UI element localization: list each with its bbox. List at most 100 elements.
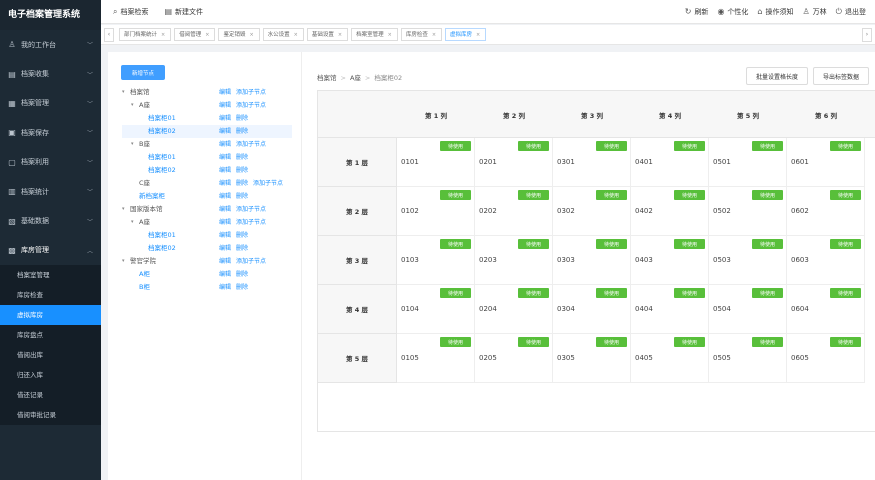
- sidebar-subitem-0[interactable]: 档案室管理: [0, 265, 101, 285]
- tree-node[interactable]: ▾ 国家版本馆 编辑 添加子节点: [122, 203, 292, 216]
- tree-action-link[interactable]: 编辑: [219, 180, 231, 187]
- storage-cell[interactable]: 0102 待使用: [397, 187, 475, 236]
- tree-action-link[interactable]: 添加子节点: [253, 180, 283, 187]
- tree-node-label[interactable]: 档案柜01: [148, 229, 176, 242]
- sidebar-subitem-1[interactable]: 库房检查: [0, 285, 101, 305]
- tree-action-link[interactable]: 编辑: [219, 141, 231, 148]
- breadcrumb-item[interactable]: A座: [350, 74, 361, 82]
- storage-cell[interactable]: 0502 待使用: [709, 187, 787, 236]
- tree-node-label[interactable]: A柜: [139, 268, 150, 281]
- topbar-button-left-1[interactable]: ▤ 新建文件: [164, 7, 203, 17]
- caret-down-icon[interactable]: ▾: [122, 86, 125, 99]
- tree-action-link[interactable]: 删除: [236, 167, 248, 174]
- tree-action-link[interactable]: 添加子节点: [236, 102, 266, 109]
- topbar-button-right-1[interactable]: ◉ 个性化: [717, 7, 748, 17]
- storage-cell[interactable]: 0601 待使用: [787, 138, 865, 187]
- storage-cell[interactable]: 0505 待使用: [709, 334, 787, 383]
- sidebar-item-7[interactable]: ▩ 库房管理 ︿: [0, 236, 101, 265]
- tree-action-link[interactable]: 添加子节点: [236, 206, 266, 213]
- tree-node[interactable]: ▾ B座 编辑 添加子节点: [122, 138, 292, 151]
- tree-action-link[interactable]: 编辑: [219, 128, 231, 135]
- storage-cell[interactable]: 0202 待使用: [475, 187, 553, 236]
- tree-node[interactable]: ▾ A座 编辑 添加子节点: [122, 216, 292, 229]
- topbar-button-right-0[interactable]: ↻ 刷新: [685, 7, 709, 17]
- tree-action-link[interactable]: 编辑: [219, 89, 231, 96]
- sidebar-subitem-2[interactable]: 虚拟库房: [0, 305, 101, 326]
- close-icon[interactable]: ×: [205, 29, 209, 41]
- tree-action-link[interactable]: 编辑: [219, 154, 231, 161]
- sidebar-item-4[interactable]: ▢ 档案利用 ﹀: [0, 148, 101, 177]
- tree-action-link[interactable]: 删除: [236, 232, 248, 239]
- tree-action-link[interactable]: 删除: [236, 180, 248, 187]
- sidebar-item-1[interactable]: ▤ 档案收集 ﹀: [0, 59, 101, 88]
- tab-7[interactable]: 虚拟库房 ×: [445, 28, 487, 41]
- tree-node-label[interactable]: B柜: [139, 281, 150, 294]
- caret-down-icon[interactable]: ▾: [131, 138, 134, 151]
- tree-node-label[interactable]: 档案柜02: [148, 242, 176, 255]
- storage-cell[interactable]: 0205 待使用: [475, 334, 553, 383]
- tree-action-link[interactable]: 编辑: [219, 193, 231, 200]
- close-icon[interactable]: ×: [249, 29, 253, 41]
- storage-cell[interactable]: 0604 待使用: [787, 285, 865, 334]
- tree-node[interactable]: 档案柜01 编辑 删除: [122, 229, 292, 242]
- sidebar-subitem-6[interactable]: 借还记录: [0, 385, 101, 405]
- sidebar-item-0[interactable]: ♙ 我的工作台 ﹀: [0, 30, 101, 59]
- tree-action-link[interactable]: 编辑: [219, 115, 231, 122]
- new-node-button[interactable]: 新增节点: [121, 65, 165, 80]
- storage-cell[interactable]: 0403 待使用: [631, 236, 709, 285]
- tree-node[interactable]: ▾ 警官学院 编辑 添加子节点: [122, 255, 292, 268]
- tree-node[interactable]: C座 编辑 删除 添加子节点: [122, 177, 292, 190]
- storage-cell[interactable]: 0405 待使用: [631, 334, 709, 383]
- tag-scroll-right-icon[interactable]: ›: [862, 27, 872, 42]
- storage-cell[interactable]: 0204 待使用: [475, 285, 553, 334]
- storage-cell[interactable]: 0304 待使用: [553, 285, 631, 334]
- sidebar-item-2[interactable]: ▦ 档案管理 ﹀: [0, 89, 101, 118]
- tab-3[interactable]: 水公设置 ×: [262, 28, 304, 41]
- storage-cell[interactable]: 0201 待使用: [475, 138, 553, 187]
- batch-set-length-button[interactable]: 批量设置格长度: [746, 67, 808, 85]
- storage-cell[interactable]: 0105 待使用: [397, 334, 475, 383]
- sidebar-subitem-3[interactable]: 库房盘点: [0, 325, 101, 345]
- tree-node-label[interactable]: 档案柜01: [148, 112, 176, 125]
- tree-action-link[interactable]: 添加子节点: [236, 219, 266, 226]
- caret-down-icon[interactable]: ▾: [122, 255, 125, 268]
- storage-cell[interactable]: 0301 待使用: [553, 138, 631, 187]
- tab-1[interactable]: 借阅管理 ×: [174, 28, 216, 41]
- tree-node-label[interactable]: B座: [139, 138, 150, 151]
- storage-cell[interactable]: 0303 待使用: [553, 236, 631, 285]
- tree-action-link[interactable]: 编辑: [219, 258, 231, 265]
- tree-node-label[interactable]: 国家版本馆: [130, 203, 163, 216]
- storage-cell[interactable]: 0501 待使用: [709, 138, 787, 187]
- storage-cell[interactable]: 0504 待使用: [709, 285, 787, 334]
- storage-cell[interactable]: 0203 待使用: [475, 236, 553, 285]
- tree-node-label[interactable]: 档案柜02: [148, 164, 176, 177]
- tree-node-label[interactable]: 新档案柜: [139, 190, 165, 203]
- storage-cell[interactable]: 0103 待使用: [397, 236, 475, 285]
- sidebar-item-5[interactable]: ▥ 档案统计 ﹀: [0, 177, 101, 206]
- tab-4[interactable]: 基础设置 ×: [306, 28, 349, 41]
- tree-action-link[interactable]: 删除: [236, 271, 248, 278]
- topbar-button-left-0[interactable]: ⌕ 档案检索: [113, 7, 148, 17]
- sidebar-subitem-4[interactable]: 借阅出库: [0, 345, 101, 365]
- tree-node-label[interactable]: 档案柜01: [148, 151, 176, 164]
- tree-action-link[interactable]: 添加子节点: [236, 141, 266, 148]
- tree-node-label[interactable]: A座: [139, 99, 150, 112]
- tree-node-label[interactable]: A座: [139, 216, 150, 229]
- tree-node[interactable]: B柜 编辑 删除: [122, 281, 292, 294]
- tree-action-link[interactable]: 编辑: [219, 102, 231, 109]
- sidebar-subitem-7[interactable]: 借阅审批记录: [0, 405, 101, 425]
- tree-action-link[interactable]: 删除: [236, 245, 248, 252]
- caret-down-icon[interactable]: ▾: [131, 216, 134, 229]
- tree-node[interactable]: 档案柜02 编辑 删除: [122, 164, 292, 177]
- tree-action-link[interactable]: 删除: [236, 115, 248, 122]
- export-labels-button[interactable]: 导出标签数据: [813, 67, 869, 85]
- tree-node[interactable]: 档案柜02 编辑 删除: [122, 125, 292, 138]
- tree-action-link[interactable]: 编辑: [219, 232, 231, 239]
- tree-action-link[interactable]: 删除: [236, 154, 248, 161]
- tree-node[interactable]: A柜 编辑 删除: [122, 268, 292, 281]
- topbar-button-right-3[interactable]: ♙ 万林: [803, 7, 827, 17]
- sidebar-item-6[interactable]: ▧ 基础数据 ﹀: [0, 206, 101, 235]
- tree-node[interactable]: ▾ A座 编辑 添加子节点: [122, 99, 292, 112]
- storage-cell[interactable]: 0603 待使用: [787, 236, 865, 285]
- tree-node-label[interactable]: C座: [139, 177, 150, 190]
